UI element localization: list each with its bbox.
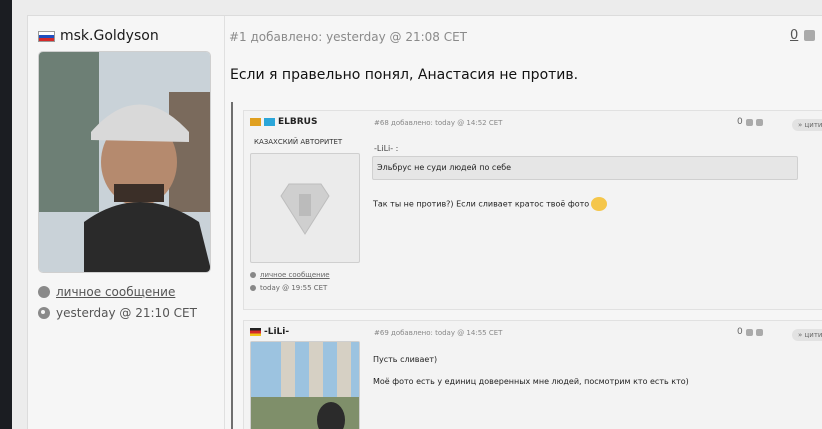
last-seen: yesterday @ 21:10 CET (38, 306, 197, 320)
quoted-post-vote: 0 (737, 327, 763, 337)
last-seen-time: today @ 19:55 CET (260, 284, 328, 292)
thumbs-up-icon[interactable] (745, 328, 753, 336)
clock-icon (38, 307, 50, 319)
quoted-posts: ELBRUS #68 добавлено: today @ 14:52 CET … (231, 102, 822, 429)
private-message-link[interactable]: личное сообщение (38, 285, 175, 299)
clock-icon (250, 285, 256, 291)
kazakhstan-flag-icon (264, 118, 275, 126)
quoted-username[interactable]: ELBRUS (278, 117, 317, 127)
quote-button[interactable]: » цити (792, 119, 822, 131)
avatar[interactable] (250, 341, 360, 429)
hug-emoji-icon (591, 197, 608, 211)
avatar[interactable] (38, 51, 211, 273)
quoted-post: -LiLi- #69 добавлено: today @ 14:55 CET … (243, 320, 822, 429)
vote-count: 0 (790, 28, 799, 43)
post-vote: 0 (790, 28, 816, 43)
user-rank: КАЗАХСКИЙ АВТОРИТЕТ (254, 138, 343, 146)
reply-text: Так ты не против?) Если сливает кратос т… (373, 197, 608, 211)
post-sidebar: msk.Goldyson личное сообщение yesterday … (28, 16, 225, 429)
vote-count: 0 (737, 117, 743, 127)
reply-body: Так ты не против?) Если сливает кратос т… (373, 199, 590, 209)
germany-flag-icon (250, 328, 261, 336)
thumbs-down-icon[interactable] (755, 118, 763, 126)
default-avatar[interactable] (250, 153, 360, 263)
crown-icon (250, 118, 261, 126)
last-seen-time: yesterday @ 21:10 CET (56, 306, 197, 320)
thumbs-up-icon[interactable] (804, 30, 816, 41)
quoted-post: ELBRUS #68 добавлено: today @ 14:52 CET … (243, 110, 822, 310)
quote-box: Эльбрус не суди людей по себе (372, 156, 798, 180)
post-text: Если я правельно понял, Анастасия не про… (230, 67, 579, 83)
quote-button[interactable]: » цити (792, 329, 822, 341)
private-message-label[interactable]: личное сообщение (56, 285, 175, 299)
private-message-label[interactable]: личное сообщение (260, 271, 330, 279)
thumbs-up-icon[interactable] (745, 118, 753, 126)
vote-count: 0 (737, 327, 743, 337)
author[interactable]: msk.Goldyson (38, 28, 159, 44)
forum-post: msk.Goldyson личное сообщение yesterday … (27, 15, 822, 429)
russia-flag-icon (38, 30, 55, 42)
quoted-post-meta: #69 добавлено: today @ 14:55 CET (374, 329, 503, 337)
thumbs-down-icon[interactable] (755, 328, 763, 336)
username[interactable]: msk.Goldyson (60, 28, 159, 44)
quoted-post-meta: #68 добавлено: today @ 14:52 CET (374, 119, 503, 127)
private-message-link[interactable]: личное сообщение (250, 271, 330, 279)
reply-text-2: Моё фото есть у единиц доверенных мне лю… (373, 377, 689, 386)
reply-text-1: Пусть сливает) (373, 355, 438, 364)
envelope-icon (38, 286, 50, 298)
quoted-post-vote: 0 (737, 117, 763, 127)
last-seen: today @ 19:55 CET (250, 284, 327, 292)
quoted-post-author[interactable]: -LiLi- (250, 327, 289, 337)
post-meta: #1 добавлено: yesterday @ 21:08 CET (229, 30, 468, 44)
envelope-icon (250, 272, 256, 278)
quoted-post-author[interactable]: ELBRUS (250, 117, 317, 127)
quoted-username[interactable]: -LiLi- (264, 327, 289, 337)
quoted-author: -LiLi- : (374, 144, 399, 153)
